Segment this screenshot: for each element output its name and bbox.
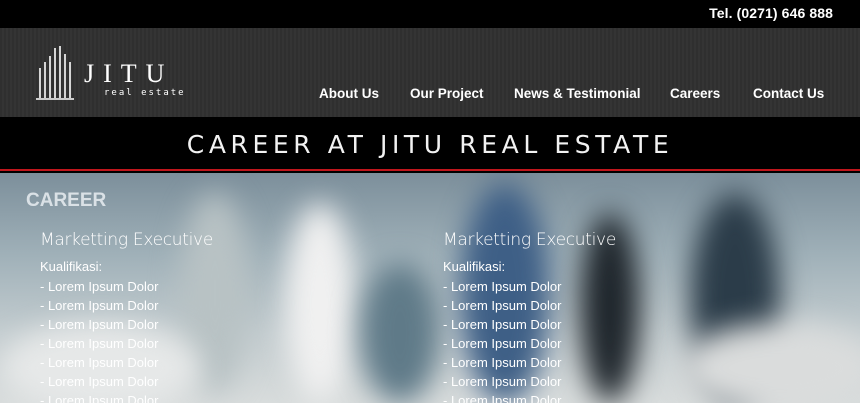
qualification-item: - Lorem Ipsum Dolor: [443, 336, 562, 351]
phone-number[interactable]: Tel. (0271) 646 888: [709, 5, 833, 21]
site-header: JITU real estate About Us Our Project Ne…: [0, 28, 860, 117]
qualification-item: - Lorem Ipsum Dolor: [443, 393, 562, 403]
qualification-item: - Lorem Ipsum Dolor: [443, 317, 562, 332]
qualification-item: - Lorem Ipsum Dolor: [40, 298, 159, 313]
qualification-label: Kualifikasi:: [443, 259, 506, 274]
qualification-item: - Lorem Ipsum Dolor: [40, 279, 159, 294]
qualification-item: - Lorem Ipsum Dolor: [443, 374, 562, 389]
top-bar: Tel. (0271) 646 888: [0, 0, 860, 28]
nav-about-us[interactable]: About Us: [319, 86, 379, 101]
nav-our-project[interactable]: Our Project: [410, 86, 484, 101]
main-nav: About Us Our Project News & Testimonial …: [0, 86, 860, 106]
qualification-item: - Lorem Ipsum Dolor: [443, 279, 562, 294]
nav-news-testimonial[interactable]: News & Testimonial: [514, 86, 641, 101]
job-column: Marketting Executive Kualifikasi: - Lore…: [443, 230, 763, 403]
career-content: CAREER Marketting Executive Kualifikasi:…: [0, 173, 860, 403]
career-section: CAREER Marketting Executive Kualifikasi:…: [0, 173, 860, 403]
nav-contact-us[interactable]: Contact Us: [753, 86, 824, 101]
qualification-item: - Lorem Ipsum Dolor: [40, 336, 159, 351]
nav-careers[interactable]: Careers: [670, 86, 720, 101]
qualification-item: - Lorem Ipsum Dolor: [443, 298, 562, 313]
qualification-label: Kualifikasi:: [40, 259, 103, 274]
qualification-item: - Lorem Ipsum Dolor: [40, 393, 159, 403]
career-heading: CAREER: [26, 190, 107, 211]
qualification-item: - Lorem Ipsum Dolor: [40, 317, 159, 332]
job-column: Marketting Executive Kualifikasi: - Lore…: [40, 230, 360, 403]
qualification-item: - Lorem Ipsum Dolor: [40, 355, 159, 370]
job-title: Marketting Executive: [40, 230, 213, 250]
job-title: Marketting Executive: [443, 230, 616, 250]
qualification-item: - Lorem Ipsum Dolor: [40, 374, 159, 389]
qualification-item: - Lorem Ipsum Dolor: [443, 355, 562, 370]
page-title: CAREER AT JITU REAL ESTATE: [186, 130, 674, 159]
logo-name: JITU: [84, 59, 174, 88]
page-title-band: CAREER AT JITU REAL ESTATE: [0, 117, 860, 171]
